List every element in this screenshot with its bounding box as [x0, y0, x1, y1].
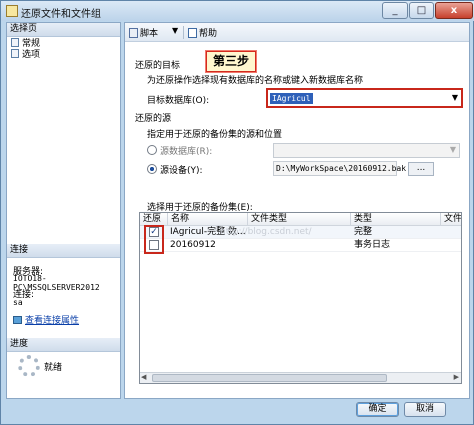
target-description: 为还原操作选择现有数据库的名称或键入新数据库名称	[147, 76, 364, 86]
source-device-radio[interactable]	[147, 164, 157, 174]
help-button[interactable]: 帮助	[188, 26, 217, 39]
nav-item-label: 常规	[22, 39, 41, 49]
checkbox-highlight-annotation	[144, 225, 164, 254]
source-device-field[interactable]: D:\MyWorkSpace\20160912.bak	[273, 161, 406, 176]
target-database-select[interactable]: IAgricul ▼	[266, 88, 463, 108]
page-icon	[11, 38, 19, 47]
restore-dialog-window: 还原文件和文件组 _ □ x 选择页 常规 选项 连接 服务器: IOTO18-…	[0, 0, 474, 425]
chevron-down-icon: ▼	[449, 145, 456, 154]
close-button[interactable]: x	[435, 2, 473, 19]
progress-header: 进度	[7, 338, 120, 352]
nav-item-label: 选项	[22, 50, 41, 60]
cancel-button[interactable]: 取消	[404, 402, 446, 417]
target-database-label: 目标数据库(O):	[147, 96, 210, 106]
select-page-header: 选择页	[7, 23, 120, 37]
progress-spinner-icon	[18, 355, 40, 377]
progress-status: 就绪	[44, 363, 63, 373]
watermark-text: http://blog.csdn.net/	[220, 227, 312, 237]
source-database-label: 源数据库(R):	[160, 147, 213, 157]
column-header-file-type[interactable]: 文件类型	[248, 213, 351, 226]
column-header-file[interactable]: 文件	[441, 213, 461, 226]
target-database-value: IAgricul	[270, 93, 313, 104]
maximize-button[interactable]: □	[409, 2, 434, 19]
title-bar: 还原文件和文件组 _ □ x	[1, 1, 474, 21]
window-icon	[6, 5, 18, 17]
step-annotation: 第三步	[205, 50, 257, 73]
scroll-right-icon[interactable]: ▶	[454, 373, 459, 381]
backup-type: 事务日志	[354, 240, 391, 250]
minimize-button[interactable]: _	[382, 2, 408, 19]
backup-type: 完整	[354, 227, 373, 237]
backup-sets-table: 还原 名称 文件类型 类型 文件 ✓ IAgricul-完整 数... 完整 2…	[139, 212, 462, 384]
connection-header: 连接	[7, 244, 120, 258]
properties-icon	[13, 316, 22, 324]
scrollbar-thumb[interactable]	[152, 374, 387, 382]
right-panel: 脚本 ▼ 帮助 还原的目标 第三步 为还原操作选择现有数据库的名称或键入新数据库…	[124, 22, 470, 399]
left-panel: 选择页 常规 选项 连接 服务器: IOTO18-PC\MSSQLSERVER2…	[6, 22, 121, 399]
script-button[interactable]: 脚本	[129, 26, 158, 39]
window-title: 还原文件和文件组	[21, 9, 101, 20]
nav-item-options[interactable]: 选项	[11, 49, 40, 61]
source-database-radio[interactable]	[147, 145, 157, 155]
script-icon	[129, 28, 138, 38]
chevron-down-icon[interactable]: ▼	[452, 93, 458, 102]
browse-button[interactable]: ...	[408, 162, 434, 176]
ok-button[interactable]: 确定	[356, 402, 399, 417]
table-row[interactable]: 20160912 事务日志	[140, 239, 461, 252]
source-device-label: 源设备(Y):	[160, 166, 203, 176]
toolbar: 脚本 ▼ 帮助	[125, 23, 469, 42]
script-dropdown-icon[interactable]: ▼	[172, 26, 178, 35]
horizontal-scrollbar[interactable]: ◀ ▶	[140, 372, 461, 383]
view-connection-properties-link[interactable]: 查看连接属性	[13, 313, 79, 326]
page-icon	[11, 49, 19, 58]
column-header-name[interactable]: 名称	[168, 213, 248, 226]
help-icon	[188, 28, 197, 38]
connection-value: sa	[13, 298, 23, 307]
source-description: 指定用于还原的备份集的源和位置	[147, 130, 283, 140]
target-section-title: 还原的目标	[135, 61, 181, 71]
toolbar-divider	[183, 26, 184, 39]
scroll-left-icon[interactable]: ◀	[141, 373, 146, 381]
source-database-select[interactable]: ▼	[273, 143, 460, 158]
column-header-type[interactable]: 类型	[351, 213, 441, 226]
source-section-title: 还原的源	[135, 114, 172, 124]
backup-name: 20160912	[170, 240, 216, 250]
